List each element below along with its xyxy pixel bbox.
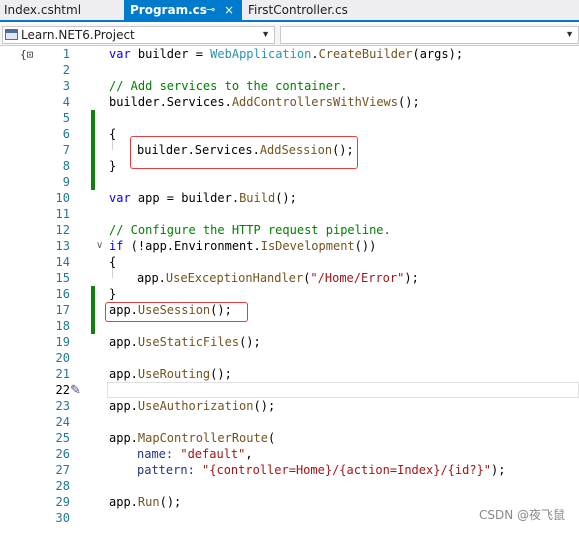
code-editor[interactable]: {⊡ ✎ 1 var builder = WebApplication.Crea… xyxy=(0,46,579,533)
line-number: 10 xyxy=(55,191,70,205)
tab-index-cshtml[interactable]: Index.cshtml xyxy=(0,0,122,20)
code-line: pattern: "{controller=Home}/{action=Inde… xyxy=(137,463,506,477)
line-number: 8 xyxy=(62,159,70,173)
tab-firstcontroller-cs[interactable]: FirstController.cs xyxy=(244,0,392,20)
line-number: 5 xyxy=(62,111,70,125)
line-number: 3 xyxy=(62,79,70,93)
code-line: app.UseRouting(); xyxy=(109,367,232,381)
line-number: 15 xyxy=(55,271,70,285)
tab-label: FirstController.cs xyxy=(248,3,348,17)
line-number: 16 xyxy=(55,287,70,301)
code-line: name: "default", xyxy=(137,447,253,461)
project-name: Learn.NET6.Project xyxy=(21,28,135,42)
line-number: 20 xyxy=(55,351,70,365)
document-tab-strip: Index.cshtml Program.cs ⊸ × FirstControl… xyxy=(0,0,579,22)
code-line: { xyxy=(109,255,117,269)
code-line: if (!app.Environment.IsDevelopment()) xyxy=(109,239,377,253)
code-line: app.MapControllerRoute( xyxy=(109,431,276,445)
line-number: 29 xyxy=(55,495,70,509)
project-icon xyxy=(5,29,18,40)
tab-label: Program.cs xyxy=(130,3,207,17)
line-number: 26 xyxy=(55,447,70,461)
line-number: 18 xyxy=(55,319,70,333)
line-number: 13 xyxy=(55,239,70,253)
line-number: 24 xyxy=(55,415,70,429)
line-number: 9 xyxy=(62,175,70,189)
line-number: 19 xyxy=(55,335,70,349)
line-number: 23 xyxy=(55,399,70,413)
code-line: app.UseStaticFiles(); xyxy=(109,335,261,349)
code-line: app.UseAuthorization(); xyxy=(109,399,276,413)
code-line: } xyxy=(109,159,117,173)
line-number: 17 xyxy=(55,303,70,317)
tab-program-cs[interactable]: Program.cs ⊸ × xyxy=(124,0,242,20)
code-line: app.UseSession(); xyxy=(109,303,232,317)
line-number: 11 xyxy=(55,207,70,221)
line-number: 4 xyxy=(62,95,70,109)
collapse-icon[interactable]: ∨ xyxy=(96,238,103,254)
pin-icon[interactable]: ⊸ xyxy=(206,0,215,20)
code-line: // Add services to the container. xyxy=(109,79,348,93)
line-number: 25 xyxy=(55,431,70,445)
tab-label: Index.cshtml xyxy=(4,3,82,17)
line-number: 28 xyxy=(55,479,70,493)
line-number: 7 xyxy=(62,143,70,157)
line-number: 22 xyxy=(55,383,70,397)
line-number: 1 xyxy=(62,47,70,61)
chevron-down-icon[interactable]: ▼ xyxy=(565,29,574,39)
code-line: // Configure the HTTP request pipeline. xyxy=(109,223,391,237)
close-icon[interactable]: × xyxy=(224,0,234,20)
code-line: app.UseExceptionHandler("/Home/Error"); xyxy=(137,271,419,285)
code-line: builder.Services.AddSession(); xyxy=(137,143,354,157)
line-number: 6 xyxy=(62,127,70,141)
line-number: 27 xyxy=(55,463,70,477)
watermark: CSDN @夜飞鼠 xyxy=(478,508,565,522)
navigation-bar: Learn.NET6.Project ▼ ▼ xyxy=(0,24,579,46)
code-line: var app = builder.Build(); xyxy=(109,191,297,205)
code-line: builder.Services.AddControllersWithViews… xyxy=(109,95,420,109)
line-number: 12 xyxy=(55,223,70,237)
line-number: 14 xyxy=(55,255,70,269)
line-number: 2 xyxy=(62,63,70,77)
chevron-down-icon[interactable]: ▼ xyxy=(261,29,270,39)
member-dropdown[interactable]: ▼ xyxy=(280,26,579,44)
line-number: 21 xyxy=(55,367,70,381)
code-line: } xyxy=(109,287,117,301)
code-line: var builder = WebApplication.CreateBuild… xyxy=(109,47,464,61)
line-number: 30 xyxy=(55,511,70,525)
project-dropdown[interactable]: Learn.NET6.Project ▼ xyxy=(2,26,275,44)
code-line: app.Run(); xyxy=(109,495,182,509)
code-line: { xyxy=(109,127,117,141)
